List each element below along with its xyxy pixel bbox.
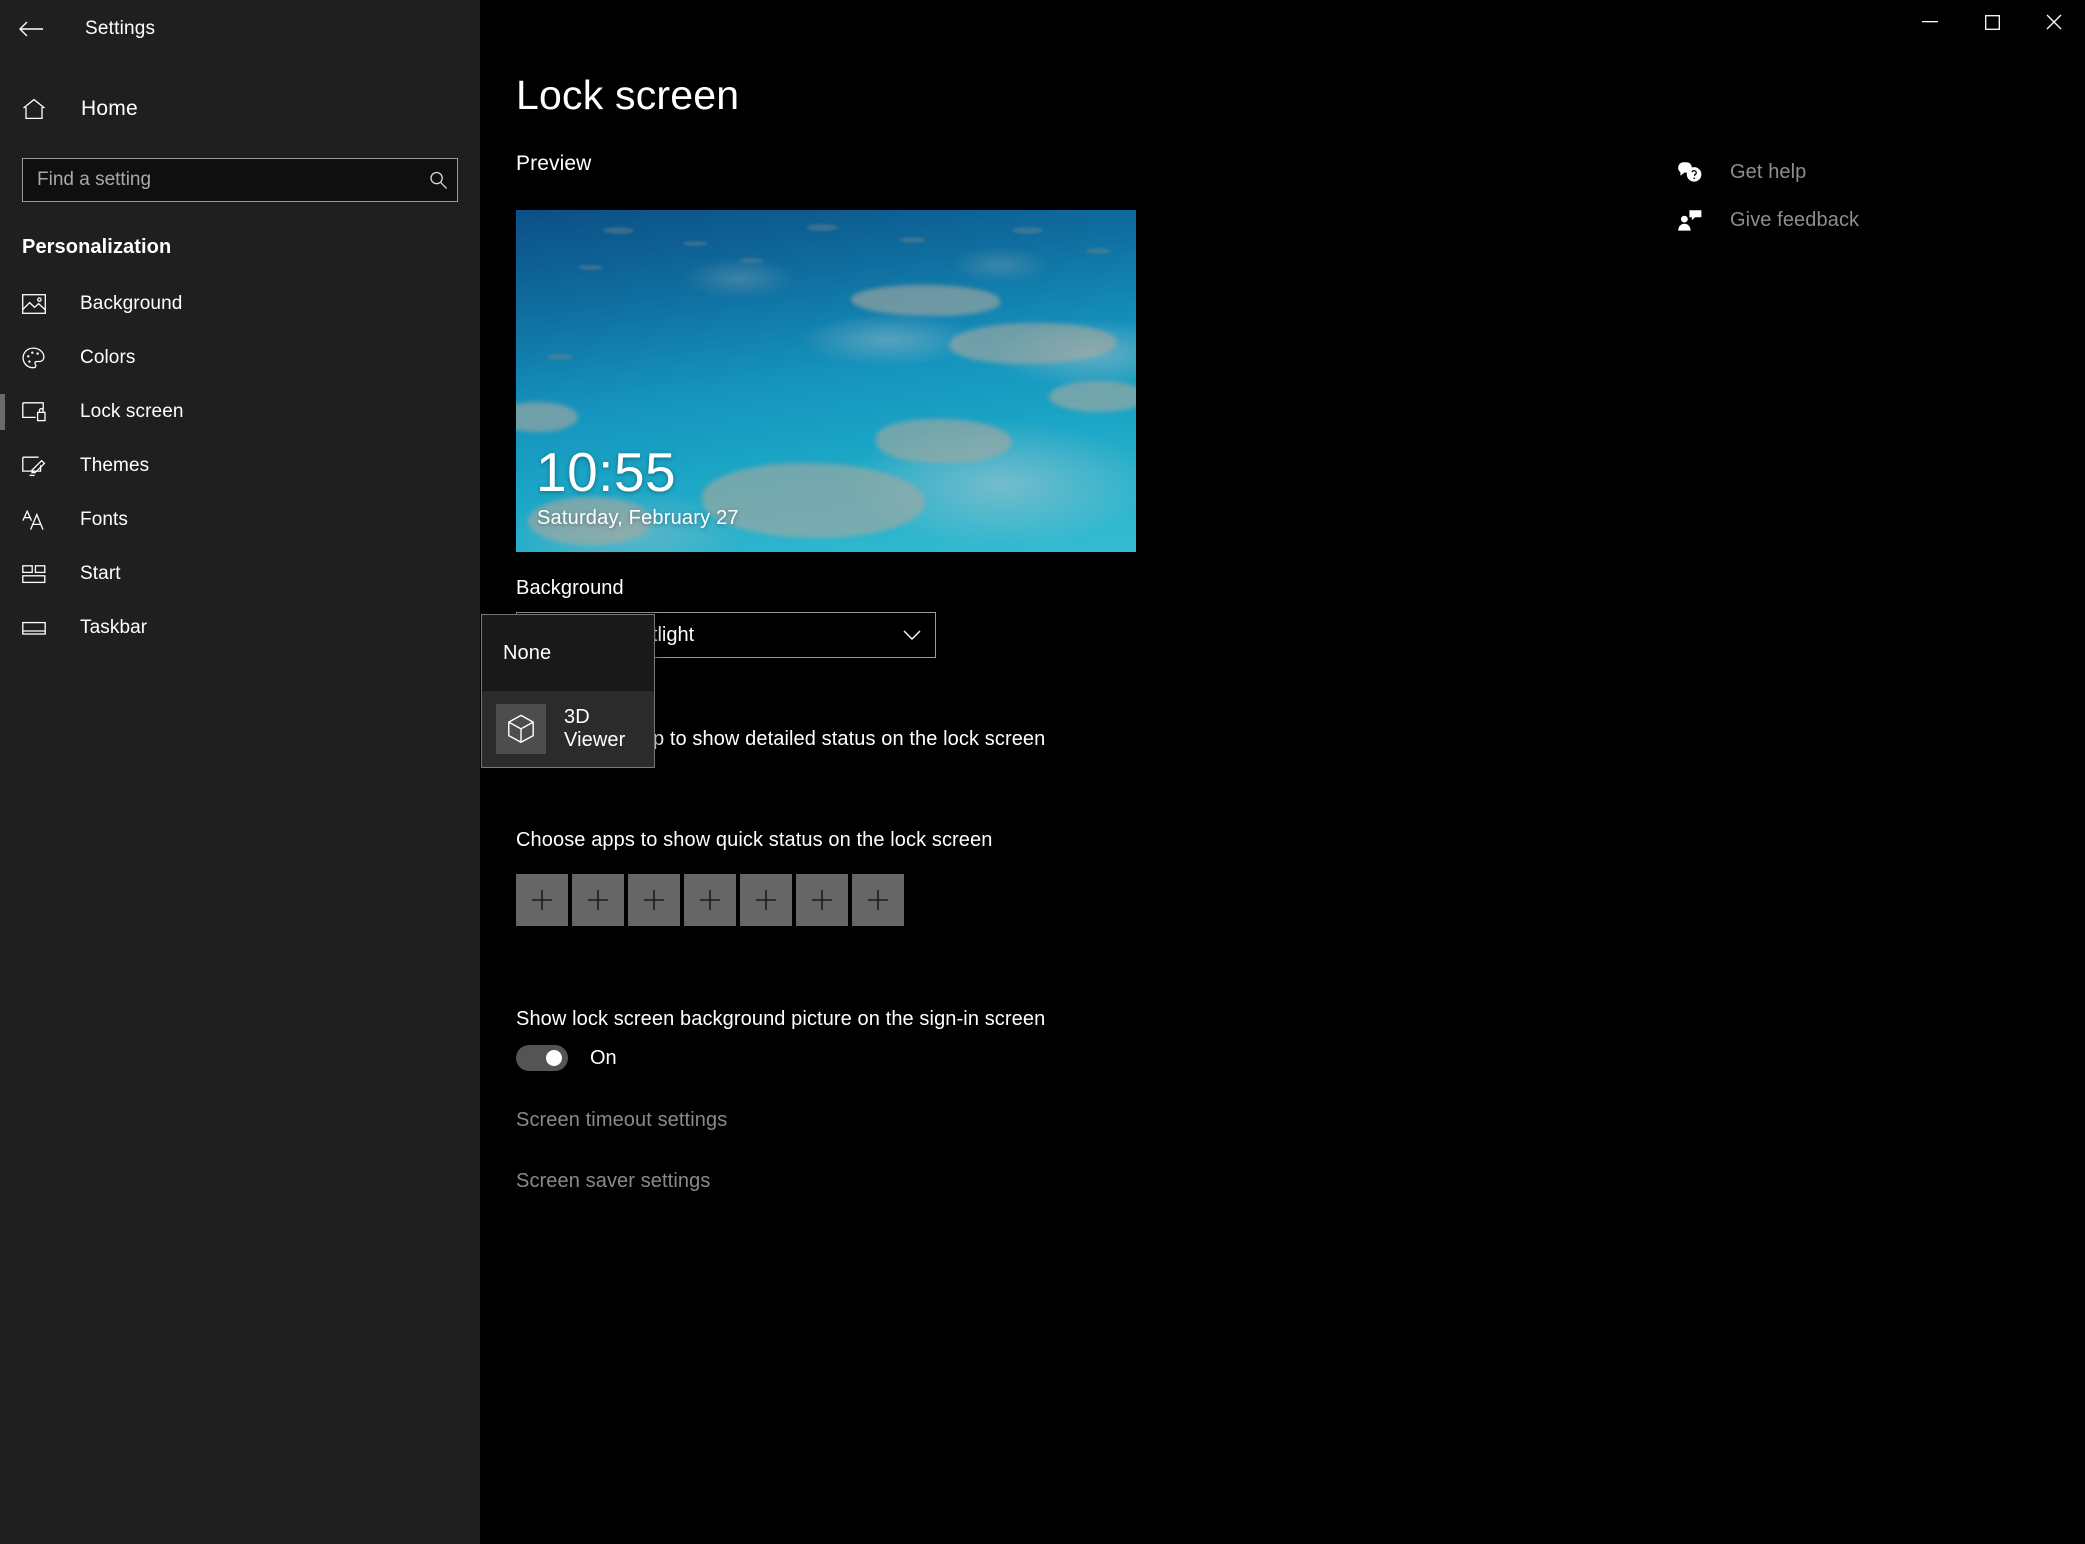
search-container (0, 158, 480, 202)
sidebar-home-label: Home (81, 97, 138, 120)
signin-picture-label: Show lock screen background picture on t… (516, 1008, 1046, 1030)
page-title: Lock screen (516, 72, 740, 118)
preview-date: Saturday, February 27 (537, 507, 739, 529)
quick-status-label: Choose apps to show quick status on the … (516, 829, 993, 851)
signin-picture-toggle[interactable] (516, 1045, 568, 1071)
selection-indicator (0, 394, 5, 430)
title-bar: Settings (0, 0, 2085, 58)
search-input[interactable] (23, 169, 419, 191)
sidebar-item-label: Themes (80, 455, 150, 476)
toggle-knob (546, 1050, 562, 1066)
give-feedback-link[interactable]: Give feedback (1673, 196, 2003, 244)
close-icon[interactable] (2023, 0, 2085, 44)
sidebar-item-label: Lock screen (80, 401, 184, 422)
quick-status-tile[interactable] (628, 874, 680, 926)
sidebar-item-label: Start (80, 563, 121, 584)
app-title: Settings (85, 18, 156, 39)
start-tiles-icon (22, 564, 52, 584)
taskbar-icon (22, 621, 52, 636)
quick-status-tiles (516, 874, 2085, 926)
sidebar-item-label: Background (80, 293, 183, 314)
fonts-aa-icon (22, 509, 52, 531)
cube-3d-icon (496, 704, 546, 754)
quick-status-tile[interactable] (572, 874, 624, 926)
get-help-link[interactable]: Get help (1673, 148, 2003, 196)
sidebar-item-background[interactable]: Background (0, 277, 480, 331)
maximize-icon[interactable] (1961, 0, 2023, 44)
picture-icon (22, 294, 52, 314)
screen-saver-settings-link[interactable]: Screen saver settings (516, 1170, 2085, 1193)
sidebar-item-label: Fonts (80, 509, 129, 530)
palette-icon (22, 347, 52, 369)
window-controls (480, 0, 2085, 58)
signin-toggle-row: On (516, 1045, 2085, 1071)
lock-screen-icon (22, 402, 52, 422)
detailed-status-flyout: None 3D Viewer (481, 614, 655, 768)
title-bar-left: Settings (0, 0, 480, 58)
quick-status-tile[interactable] (684, 874, 736, 926)
help-bubble-icon (1673, 161, 1707, 184)
lock-screen-preview: 10:55 Saturday, February 27 (516, 210, 1136, 552)
sidebar-item-colors[interactable]: Colors (0, 331, 480, 385)
sidebar-item-fonts[interactable]: Fonts (0, 493, 480, 547)
quick-status-tile[interactable] (852, 874, 904, 926)
sidebar-item-taskbar[interactable]: Taskbar (0, 601, 480, 655)
sidebar-item-label: Taskbar (80, 617, 148, 638)
search-icon[interactable] (419, 171, 457, 190)
sidebar-item-start[interactable]: Start (0, 547, 480, 601)
home-icon (22, 98, 54, 120)
give-feedback-label: Give feedback (1730, 208, 1860, 231)
preview-clock: 10:55 (536, 441, 677, 503)
quick-status-tile[interactable] (516, 874, 568, 926)
search-box[interactable] (22, 158, 458, 202)
quick-status-tile[interactable] (796, 874, 848, 926)
quick-status-tile[interactable] (740, 874, 792, 926)
feedback-person-icon (1673, 209, 1707, 232)
back-arrow-icon[interactable] (0, 0, 62, 58)
themes-brush-icon (22, 456, 52, 477)
sidebar-item-lock-screen[interactable]: Lock screen (0, 385, 480, 439)
flyout-option-label: 3D Viewer (564, 706, 626, 751)
help-panel: Get help Give feedback (1673, 148, 2003, 244)
detailed-status-label: Choose one app to show detailed status o… (516, 728, 1046, 750)
toggle-state-label: On (590, 1046, 617, 1069)
sidebar-item-home[interactable]: Home (0, 80, 480, 138)
flyout-option-3d-viewer[interactable]: 3D Viewer (482, 691, 654, 767)
get-help-label: Get help (1730, 160, 1807, 183)
chevron-down-icon (903, 630, 921, 641)
screen-timeout-settings-link[interactable]: Screen timeout settings (516, 1109, 2085, 1132)
sidebar: Home Personalization (0, 0, 480, 1544)
minimize-icon[interactable] (1899, 0, 1961, 44)
sidebar-section-title: Personalization (22, 236, 172, 258)
flyout-option-none[interactable]: None (482, 615, 654, 691)
flyout-option-label: None (503, 641, 552, 664)
background-label: Background (516, 577, 624, 599)
sidebar-nav: Background Colors Lock screen Themes Fon… (0, 277, 480, 655)
sidebar-item-themes[interactable]: Themes (0, 439, 480, 493)
sidebar-item-label: Colors (80, 347, 136, 368)
settings-window: Settings Home Find a setting Personaliza… (0, 0, 2085, 1544)
